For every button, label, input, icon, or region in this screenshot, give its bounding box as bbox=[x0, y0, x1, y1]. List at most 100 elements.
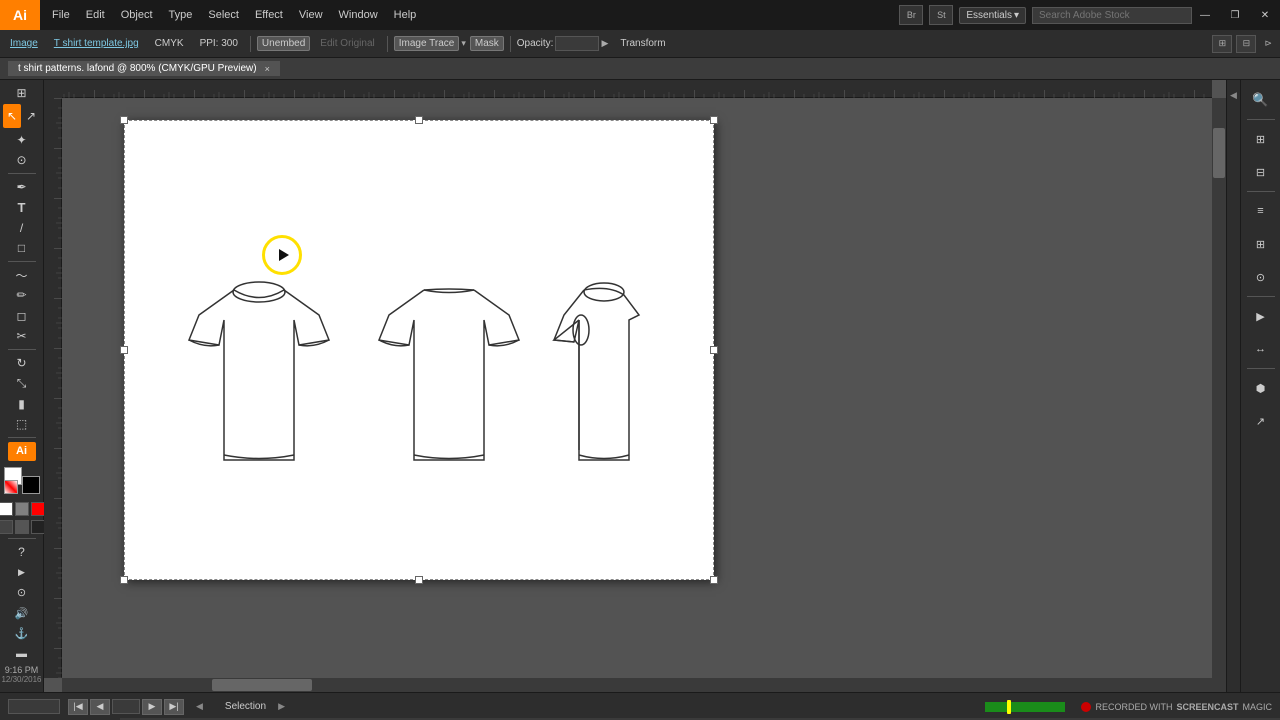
mask-button[interactable]: Mask bbox=[470, 36, 504, 51]
scissors-tool[interactable]: ✂ bbox=[8, 327, 36, 345]
right-icon-2[interactable]: ⊟ bbox=[1245, 156, 1277, 188]
vertical-scrollbar[interactable] bbox=[1212, 98, 1226, 678]
menu-bar: File Edit Object Type Select Effect View… bbox=[40, 5, 899, 25]
align-icon-2[interactable]: ⊟ bbox=[1236, 35, 1256, 53]
minimize-button[interactable]: — bbox=[1190, 0, 1220, 30]
bottom-bar-icon[interactable]: ▬ bbox=[8, 645, 36, 663]
tool-hamburger-icon[interactable]: ⊞ bbox=[8, 84, 36, 102]
question-mark-tool[interactable]: ? bbox=[8, 543, 36, 561]
stock-button[interactable]: St bbox=[929, 5, 953, 25]
unembed-button[interactable]: Unembed bbox=[257, 36, 310, 51]
opacity-input[interactable]: 100% bbox=[555, 36, 599, 51]
status-expand-icon[interactable]: ▶ bbox=[278, 701, 285, 712]
screen-mode-2[interactable] bbox=[15, 520, 29, 534]
right-icon-7[interactable]: ↔ bbox=[1245, 333, 1277, 365]
maximize-button[interactable]: ❐ bbox=[1220, 0, 1250, 30]
fill-red-button[interactable] bbox=[31, 502, 45, 516]
menu-help[interactable]: Help bbox=[386, 5, 425, 25]
eraser-tool[interactable]: ◻ bbox=[8, 307, 36, 325]
handle-top-right[interactable] bbox=[710, 116, 718, 124]
h-scrollbar-thumb[interactable] bbox=[212, 679, 312, 691]
swap-colors[interactable] bbox=[4, 480, 18, 494]
opacity-label: Opacity: bbox=[517, 38, 554, 49]
menu-effect[interactable]: Effect bbox=[247, 5, 291, 25]
handle-bottom-left[interactable] bbox=[120, 576, 128, 584]
screen-mode-3[interactable] bbox=[31, 520, 45, 534]
workspace-selector[interactable]: Essentials ▾ bbox=[959, 7, 1026, 24]
menu-file[interactable]: File bbox=[44, 5, 78, 25]
anchor-icon[interactable]: ⚓ bbox=[8, 624, 36, 642]
lasso-tool[interactable]: ⊙ bbox=[8, 151, 36, 169]
pen-tool[interactable]: ✒ bbox=[8, 178, 36, 196]
screen-mode-1[interactable] bbox=[0, 520, 13, 534]
close-button[interactable]: ✕ bbox=[1250, 0, 1280, 30]
date-text: 12/30/2016 bbox=[1, 675, 41, 684]
menu-window[interactable]: Window bbox=[331, 5, 386, 25]
bridge-button[interactable]: Br bbox=[899, 5, 923, 25]
edit-original-button[interactable]: Edit Original bbox=[314, 36, 380, 51]
panels-toggle[interactable]: ⊳ bbox=[1260, 38, 1276, 49]
select-tool[interactable]: ↖ bbox=[3, 104, 21, 128]
handle-top-left[interactable] bbox=[120, 116, 128, 124]
paintbrush-tool[interactable]: 〜 bbox=[8, 266, 36, 284]
search-input[interactable] bbox=[1032, 7, 1192, 24]
handle-mid-right[interactable] bbox=[710, 346, 718, 354]
handle-bottom-mid[interactable] bbox=[415, 576, 423, 584]
image-trace-button[interactable]: Image Trace bbox=[394, 36, 460, 51]
v-scrollbar-thumb[interactable] bbox=[1213, 128, 1225, 178]
type-tool[interactable]: T bbox=[8, 198, 36, 216]
menu-edit[interactable]: Edit bbox=[78, 5, 113, 25]
handle-bottom-right[interactable] bbox=[710, 576, 718, 584]
pencil-tool[interactable]: ✏ bbox=[8, 286, 36, 304]
color-swatches[interactable] bbox=[4, 467, 40, 495]
page-last-button[interactable]: ▶| bbox=[164, 699, 184, 715]
menu-type[interactable]: Type bbox=[161, 5, 201, 25]
right-icon-1[interactable]: ⊞ bbox=[1245, 123, 1277, 155]
rotate-tool[interactable]: ↻ bbox=[8, 354, 36, 372]
page-toggle[interactable]: ◀ bbox=[196, 701, 203, 712]
scale-tool[interactable]: ⤡ bbox=[8, 374, 36, 392]
image-trace-dropdown[interactable]: ▾ bbox=[461, 38, 466, 49]
horizontal-scrollbar[interactable] bbox=[62, 678, 1212, 692]
graph-tool[interactable]: ▮ bbox=[8, 395, 36, 413]
handle-mid-left[interactable] bbox=[120, 346, 128, 354]
page-next-button[interactable]: ▶ bbox=[142, 699, 162, 715]
document-tab[interactable]: t shirt patterns. lafond @ 800% (CMYK/GP… bbox=[8, 61, 280, 76]
align-icon-1[interactable]: ⊞ bbox=[1212, 35, 1232, 53]
fill-gray-button[interactable] bbox=[15, 502, 29, 516]
direct-select-tool[interactable]: ↗ bbox=[22, 104, 40, 128]
collapse-left-button[interactable]: ▶ bbox=[8, 563, 36, 581]
page-first-button[interactable]: |◀ bbox=[68, 699, 88, 715]
menu-object[interactable]: Object bbox=[113, 5, 161, 25]
transform-button[interactable]: Transform bbox=[620, 38, 665, 49]
opacity-expand[interactable]: ▶ bbox=[601, 38, 608, 49]
rectangle-tool[interactable]: □ bbox=[8, 239, 36, 257]
right-icon-3[interactable]: ≡ bbox=[1245, 195, 1277, 227]
right-search-icon[interactable]: 🔍 bbox=[1245, 84, 1277, 116]
right-icon-9[interactable]: ↗ bbox=[1245, 405, 1277, 437]
image-link[interactable]: Image bbox=[4, 36, 44, 51]
canvas-area[interactable] bbox=[44, 80, 1226, 692]
tab-close-button[interactable]: × bbox=[265, 64, 270, 74]
collapse-right-arrow[interactable]: ◀ bbox=[1227, 80, 1240, 110]
right-icon-4[interactable]: ⊞ bbox=[1245, 228, 1277, 260]
ruler-corner bbox=[44, 80, 62, 98]
menu-view[interactable]: View bbox=[291, 5, 331, 25]
page-input[interactable]: 1 bbox=[112, 699, 140, 714]
menu-select[interactable]: Select bbox=[200, 5, 247, 25]
filename-link[interactable]: T shirt template.jpg bbox=[48, 36, 145, 51]
line-tool[interactable]: / bbox=[8, 218, 36, 236]
fill-none-button[interactable] bbox=[0, 502, 13, 516]
artboard-tool[interactable]: ⬚ bbox=[8, 415, 36, 433]
stroke-color[interactable] bbox=[22, 476, 40, 494]
right-collapse: ◀ bbox=[1226, 80, 1240, 692]
magic-wand-tool[interactable]: ✦ bbox=[8, 130, 36, 148]
speaker-icon[interactable]: 🔊 bbox=[8, 604, 36, 622]
page-prev-button[interactable]: ◀ bbox=[90, 699, 110, 715]
zoom-input[interactable]: 800% bbox=[8, 699, 60, 714]
tab-name: t shirt patterns. lafond @ 800% (CMYK/GP… bbox=[18, 63, 257, 74]
right-icon-5[interactable]: ⊙ bbox=[1245, 261, 1277, 293]
right-icon-8[interactable]: ⬢ bbox=[1245, 372, 1277, 404]
handle-top-mid[interactable] bbox=[415, 116, 423, 124]
right-icon-6[interactable]: ▶ bbox=[1245, 300, 1277, 332]
